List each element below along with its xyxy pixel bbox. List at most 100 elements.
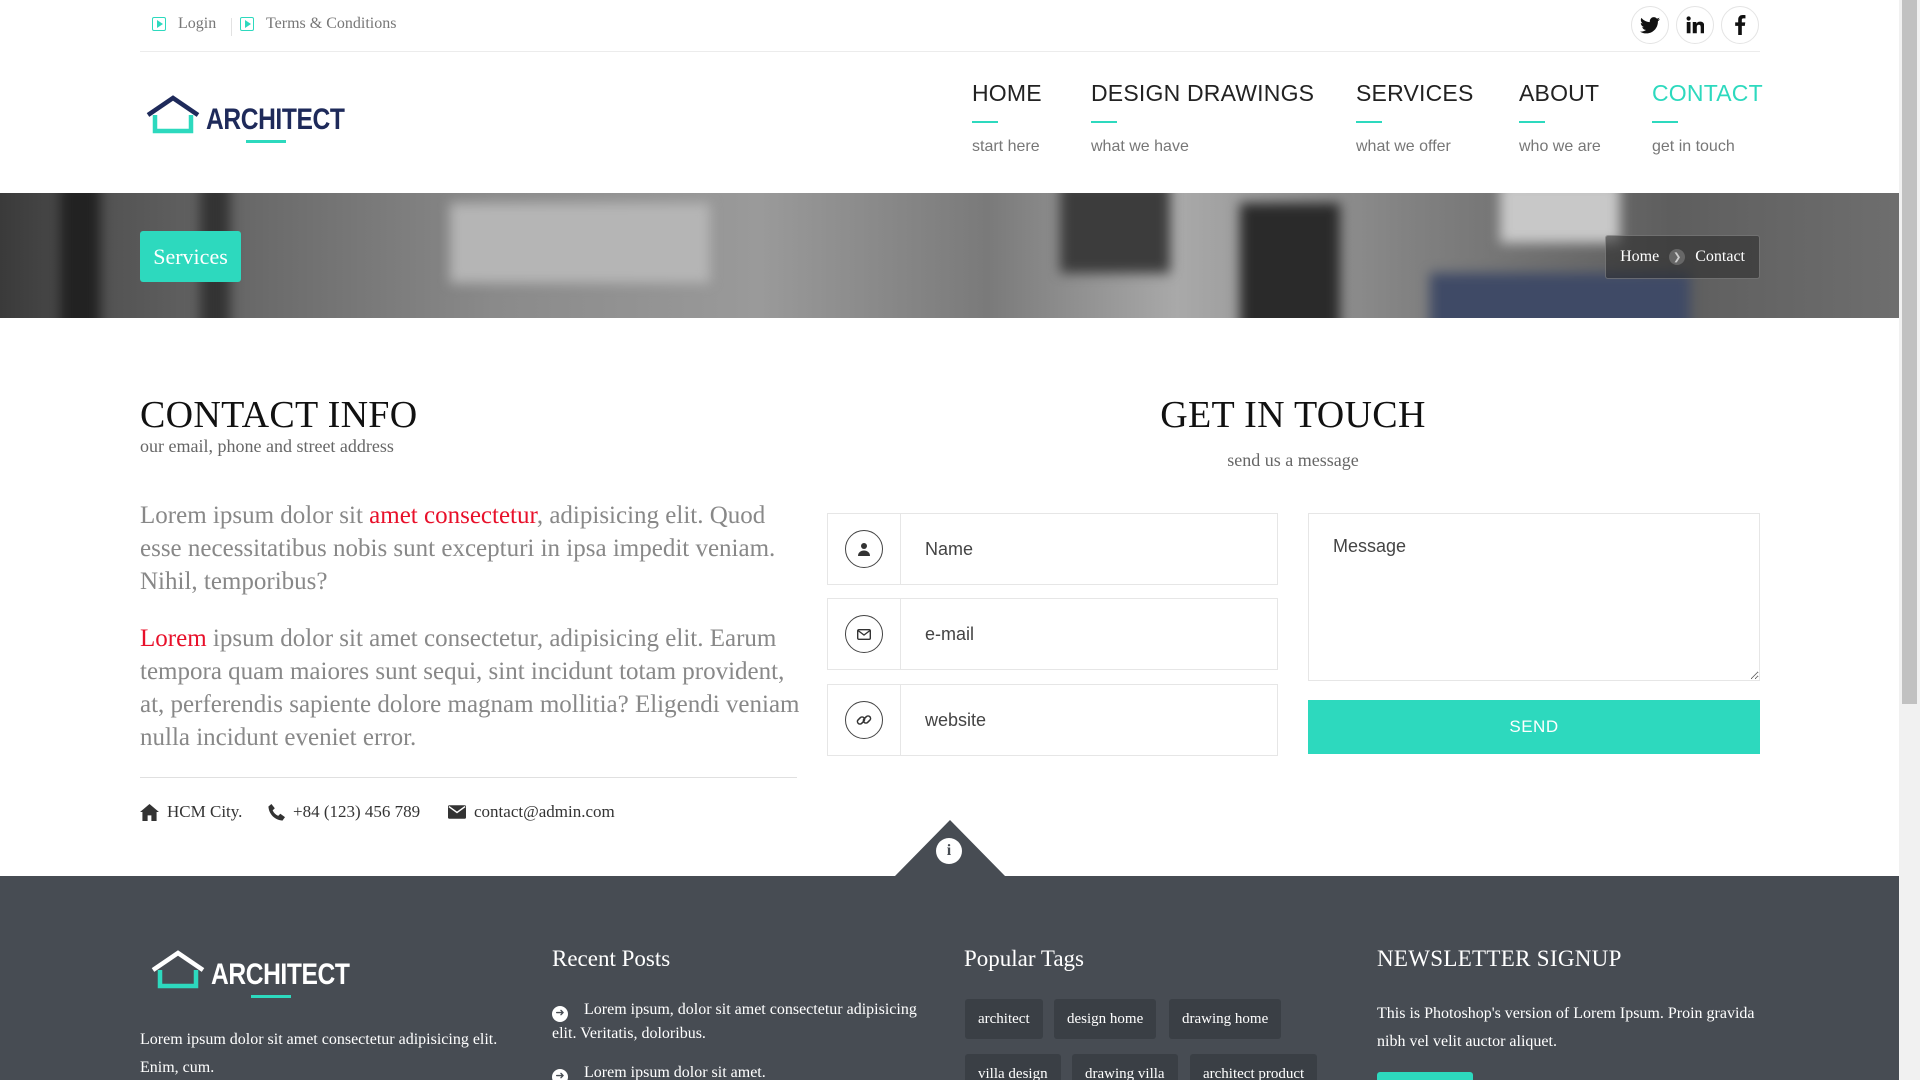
recent-post-item[interactable]: ➜ Lorem ipsum, dolor sit amet consectetur… — [552, 998, 932, 1045]
chevron-right-icon: ❯ — [1669, 249, 1686, 265]
field-icon-box — [828, 599, 901, 669]
newsletter-title: NEWSLETTER SIGNUP — [1377, 946, 1622, 971]
nav-about[interactable]: ABOUT who we are — [1519, 80, 1601, 156]
brand-logo[interactable]: ARCHITECT — [145, 95, 345, 147]
tag-design-home[interactable]: design home — [1054, 999, 1157, 1039]
highlight-text: amet consectetur — [369, 502, 537, 529]
breadcrumb-current: Contact — [1695, 248, 1745, 265]
nav-contact[interactable]: CONTACT get in touch — [1652, 80, 1763, 156]
linkedin-button[interactable] — [1676, 6, 1714, 44]
terms-link[interactable]: Terms & Conditions — [240, 15, 396, 33]
tag-architect[interactable]: architect — [965, 999, 1043, 1039]
newsletter-text: This is Photoshop's version of Lorem Ips… — [1377, 1005, 1755, 1050]
top-bar: Login Terms & Conditions — [140, 0, 1760, 52]
nav-design-drawings-sub: what we have — [1091, 138, 1189, 155]
page-banner: Services Home ❯ Contact — [0, 193, 1899, 318]
nav-home-title: HOME — [972, 80, 1042, 106]
email-item: contact@admin.com — [448, 802, 615, 822]
nav-underline — [1356, 121, 1382, 123]
nav-about-title: ABOUT — [1519, 80, 1600, 106]
banner-bg-shape — [1500, 193, 1620, 243]
newsletter-button[interactable] — [1377, 1072, 1473, 1080]
services-button[interactable]: Services — [140, 231, 241, 282]
nav-services-sub: what we offer — [1356, 138, 1451, 155]
address-text: HCM City. — [167, 802, 243, 821]
paragraph-text: ipsum dolor sit amet consectetur, adipis… — [140, 625, 800, 751]
banner-bg-shape — [60, 193, 100, 318]
tag-villa-design[interactable]: villa design — [965, 1054, 1061, 1080]
name-input[interactable] — [901, 514, 1277, 584]
tag-drawing-villa[interactable]: drawing villa — [1072, 1054, 1178, 1080]
nav-design-drawings[interactable]: DESIGN DRAWINGS what we have — [1091, 80, 1314, 156]
nav-contact-title: CONTACT — [1652, 80, 1763, 106]
nav-underline — [1652, 121, 1678, 123]
nav-contact-sub: get in touch — [1652, 138, 1735, 155]
field-icon-box — [828, 685, 901, 755]
play-square-icon — [240, 17, 254, 31]
user-glyph — [858, 543, 870, 556]
user-icon — [845, 530, 883, 568]
email-text: contact@admin.com — [474, 802, 615, 821]
tag-drawing-home[interactable]: drawing home — [1169, 999, 1282, 1039]
nav-home-sub: start here — [972, 138, 1040, 155]
tag-architect-product[interactable]: architect product — [1190, 1054, 1318, 1080]
twitter-button[interactable] — [1631, 6, 1669, 44]
page: Login Terms & Conditions ARCHITECT HOME … — [0, 0, 1899, 1080]
paragraph-text: Lorem ipsum dolor sit — [140, 502, 370, 529]
linkedin-icon — [1686, 16, 1704, 34]
play-square-icon — [152, 17, 166, 31]
home-icon — [140, 803, 159, 821]
banner-bg-shape — [1430, 273, 1690, 318]
scrollbar-thumb[interactable] — [1902, 0, 1917, 704]
divider — [140, 777, 797, 778]
get-in-touch-subtitle: send us a message — [1227, 450, 1359, 470]
banner-bg-shape — [1240, 203, 1340, 318]
get-in-touch-title: GET IN TOUCH — [1160, 394, 1426, 436]
website-input[interactable] — [901, 685, 1277, 755]
website-field — [827, 684, 1278, 756]
footer-about-text: Lorem ipsum dolor sit amet consectetur a… — [140, 1031, 498, 1076]
link-glyph — [856, 715, 872, 725]
phone-text: +84 (123) 456 789 — [293, 802, 421, 821]
recent-posts-title: Recent Posts — [552, 946, 671, 971]
arrow-right-icon: ➜ — [552, 1068, 568, 1080]
envelope-icon — [845, 615, 883, 653]
brand-underline — [246, 140, 286, 143]
popular-tags-title: Popular Tags — [964, 946, 1084, 971]
arrow-right-icon: ➜ — [552, 1005, 568, 1022]
login-link[interactable]: Login — [152, 15, 216, 33]
contact-info-title: CONTACT INFO — [140, 394, 418, 436]
recent-post-text: Lorem ipsum dolor sit amet. — [584, 1064, 766, 1080]
vertical-scrollbar[interactable] — [1899, 0, 1920, 1080]
terms-label: Terms & Conditions — [266, 15, 397, 32]
footer-brand-name: ARCHITECT — [211, 958, 350, 991]
envelope-icon — [448, 805, 466, 819]
nav-services[interactable]: SERVICES what we offer — [1356, 80, 1474, 156]
divider — [231, 18, 232, 36]
link-icon — [845, 701, 883, 739]
nav-home[interactable]: HOME start here — [972, 80, 1042, 156]
nav-underline — [972, 121, 998, 123]
send-button[interactable]: SEND — [1308, 700, 1760, 754]
email-input[interactable] — [901, 599, 1277, 669]
contact-paragraph-1: Lorem ipsum dolor sit amet consectetur, … — [140, 499, 800, 598]
address-item: HCM City. — [140, 802, 242, 822]
house-logo-icon — [151, 950, 205, 989]
facebook-icon — [1735, 15, 1746, 35]
nav-services-title: SERVICES — [1356, 80, 1474, 106]
banner-bg-shape — [1060, 193, 1170, 273]
nav-underline — [1519, 121, 1545, 123]
nav-underline — [1091, 121, 1117, 123]
recent-post-item[interactable]: ➜ Lorem ipsum dolor sit amet. — [552, 1061, 932, 1080]
nav-about-sub: who we are — [1519, 138, 1601, 155]
login-label: Login — [178, 15, 217, 32]
twitter-icon — [1640, 16, 1660, 33]
message-textarea[interactable] — [1308, 513, 1760, 681]
facebook-button[interactable] — [1721, 6, 1759, 44]
breadcrumb-home[interactable]: Home — [1620, 248, 1659, 266]
phone-item: +84 (123) 456 789 — [268, 802, 420, 822]
info-icon[interactable]: i — [936, 838, 962, 864]
nav-design-drawings-title: DESIGN DRAWINGS — [1091, 80, 1315, 106]
contact-paragraph-2: Lorem ipsum dolor sit amet consectetur, … — [140, 622, 800, 754]
brand-underline — [251, 995, 291, 998]
